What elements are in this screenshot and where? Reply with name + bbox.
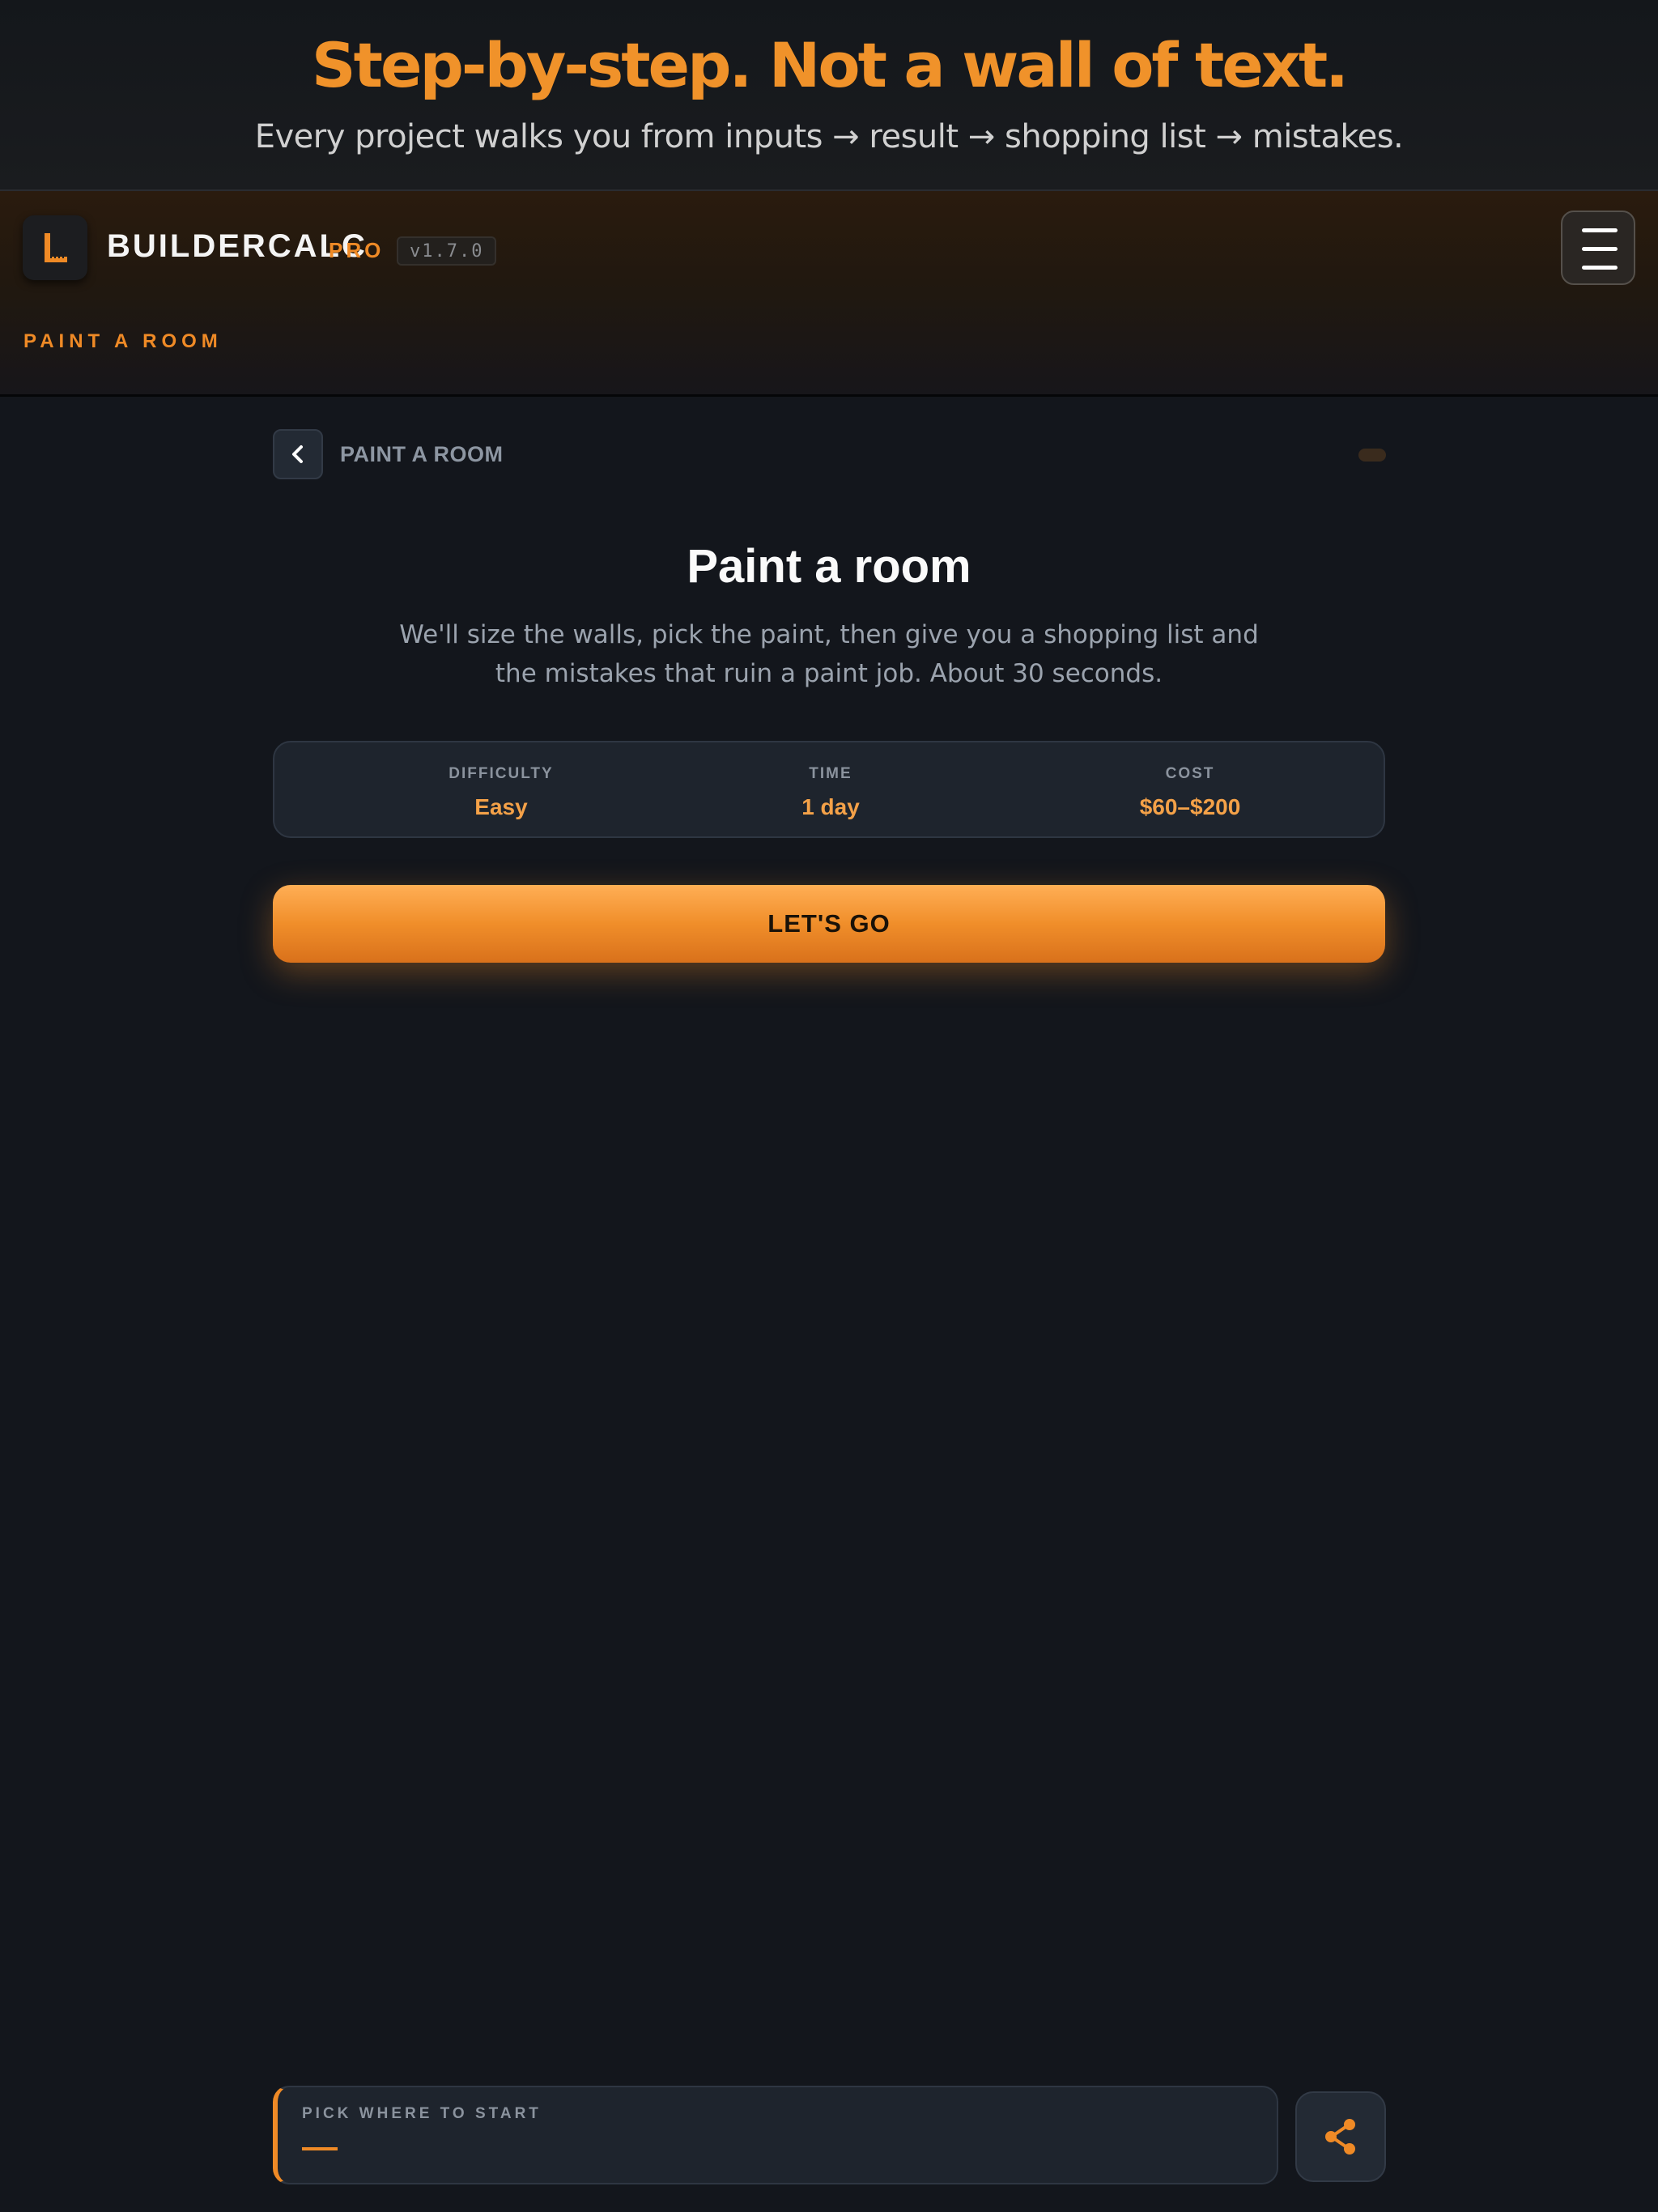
page-title: Paint a room	[687, 540, 971, 593]
project-stats-card: DIFFICULTY Easy TIME 1 day COST $60–$200	[273, 741, 1385, 838]
stat-value: Easy	[474, 794, 528, 819]
start-picker-value	[302, 2147, 338, 2150]
stat-time: TIME 1 day	[709, 765, 952, 820]
version-badge: v1.7.0	[397, 236, 497, 266]
promo-subtitle: Every project walks you from inputs → re…	[254, 118, 1404, 155]
share-icon	[1325, 2119, 1355, 2155]
stat-label: DIFFICULTY	[449, 765, 554, 782]
hamburger-icon-line	[1582, 266, 1618, 270]
stat-value: $60–$200	[1139, 794, 1241, 819]
brand-tier: PRO	[329, 238, 385, 262]
menu-button[interactable]	[1561, 211, 1635, 285]
stat-label: TIME	[809, 765, 852, 782]
back-button[interactable]	[273, 429, 323, 479]
app-logo[interactable]	[23, 215, 87, 280]
hamburger-icon	[1582, 228, 1618, 232]
stat-difficulty: DIFFICULTY Easy	[380, 765, 623, 820]
promo-banner: Step-by-step. Not a wall of text. Every …	[0, 0, 1658, 191]
carpenter-square-icon	[45, 233, 67, 262]
lets-go-button[interactable]: LET'S GO	[273, 885, 1385, 963]
progress-indicator	[1358, 449, 1386, 462]
current-section-label: PAINT A ROOM	[23, 330, 223, 352]
page-description: We'll size the walls, pick the paint, th…	[399, 620, 1259, 688]
share-button[interactable]	[1295, 2091, 1386, 2182]
promo-title: Step-by-step. Not a wall of text.	[311, 29, 1349, 101]
chevron-left-icon	[292, 445, 303, 463]
stat-value: 1 day	[801, 794, 860, 819]
breadcrumb: PAINT A ROOM	[340, 442, 504, 466]
start-picker[interactable]: PICK WHERE TO START	[273, 2086, 1278, 2184]
stat-cost: COST $60–$200	[1069, 765, 1312, 820]
stat-label: COST	[1165, 765, 1215, 782]
hamburger-icon-line	[1582, 247, 1618, 251]
start-picker-label: PICK WHERE TO START	[302, 2105, 542, 2122]
app-header: BUILDERCALC PRO v1.7.0 PAINT A ROOM	[0, 191, 1658, 397]
